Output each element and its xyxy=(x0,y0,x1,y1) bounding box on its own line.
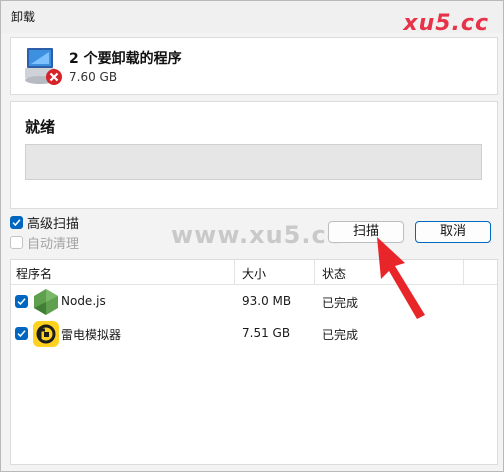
program-status: 已完成 xyxy=(322,296,359,310)
program-status: 已完成 xyxy=(322,328,359,342)
pointer-arrow-annotation xyxy=(377,237,425,319)
title-bar[interactable]: 卸载 xu5.cc xyxy=(1,1,503,36)
program-size: 7.51 GB xyxy=(242,326,291,340)
auto-clean-checkbox[interactable]: 自动清理 xyxy=(10,233,79,252)
column-size[interactable]: 大小 xyxy=(242,265,266,282)
checkbox-checked-icon xyxy=(10,216,23,229)
watermark-text: www.xu5.cc xyxy=(171,221,342,249)
total-size: 7.60 GB xyxy=(69,70,118,84)
row-checkbox[interactable] xyxy=(15,327,28,340)
column-divider[interactable] xyxy=(234,260,235,284)
checkbox-unchecked-icon xyxy=(10,236,23,249)
auto-clean-label: 自动清理 xyxy=(27,237,80,252)
column-divider[interactable] xyxy=(463,260,464,284)
row-checkbox[interactable] xyxy=(15,295,28,308)
nodejs-icon xyxy=(34,289,58,315)
window-title: 卸载 xyxy=(11,10,36,24)
program-count-title: 2 个要卸载的程序 xyxy=(69,51,182,67)
column-program-name[interactable]: 程序名 xyxy=(16,265,52,282)
uninstall-computer-icon xyxy=(25,48,62,85)
status-label: 就绪 xyxy=(25,118,56,136)
progress-bar xyxy=(25,144,482,180)
summary-panel: 2 个要卸载的程序 7.60 GB xyxy=(10,37,498,95)
program-name: 雷电模拟器 xyxy=(61,328,122,342)
program-size: 93.0 MB xyxy=(242,294,292,308)
watermark-logo: xu5.cc xyxy=(403,11,489,36)
column-divider[interactable] xyxy=(314,260,315,284)
status-panel: 就绪 xyxy=(10,101,498,209)
uninstall-window: 卸载 xu5.cc 2 个要卸载的程序 7.60 GB 就绪 高级扫描 自动清理… xyxy=(0,0,504,472)
advanced-scan-checkbox[interactable]: 高级扫描 xyxy=(10,213,79,232)
advanced-scan-label: 高级扫描 xyxy=(27,217,80,232)
program-name: Node.js xyxy=(61,294,106,308)
ldplayer-icon xyxy=(33,321,59,347)
column-status[interactable]: 状态 xyxy=(322,265,346,282)
